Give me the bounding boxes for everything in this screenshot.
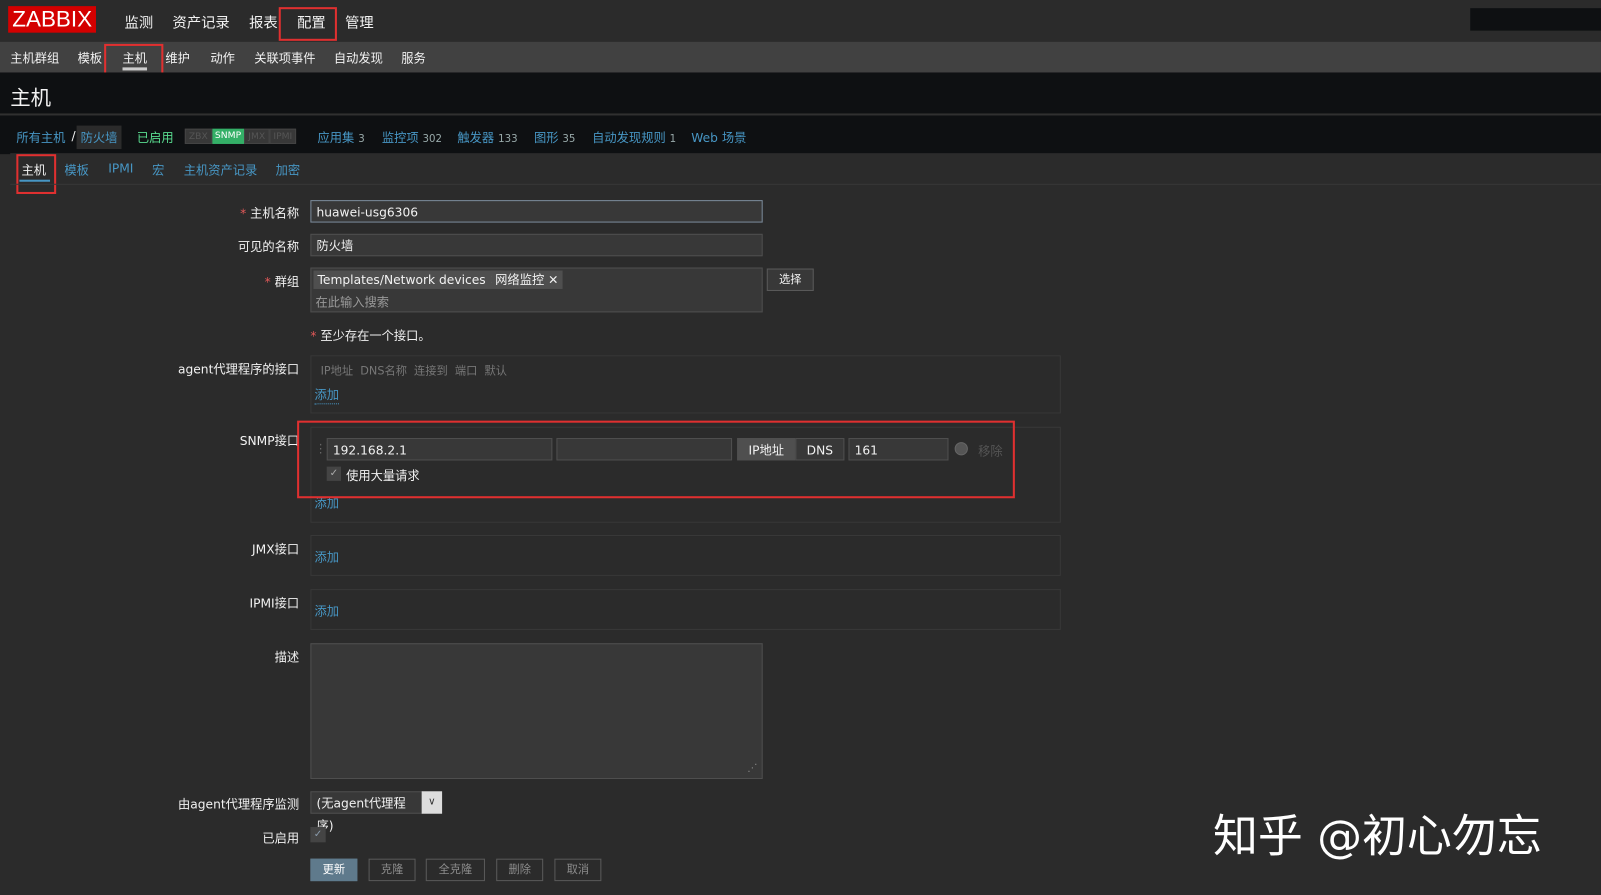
delete-button[interactable]: 删除: [496, 858, 544, 882]
visible-name-input[interactable]: 防火墙: [310, 233, 763, 257]
menu-monitoring[interactable]: 监测: [125, 12, 154, 32]
groups-search-placeholder[interactable]: 在此输入搜索: [315, 293, 389, 310]
tab-ipmi[interactable]: IPMI: [108, 161, 133, 175]
groups-label: * 群组: [264, 274, 300, 289]
count: 35: [562, 133, 576, 145]
submenu-templates[interactable]: 模板: [78, 49, 103, 66]
interface-columns: IP地址 DNS名称 连接到 端口 默认: [320, 364, 507, 378]
status-badge[interactable]: 已启用: [137, 129, 174, 146]
tag-label: 网络监控: [495, 272, 545, 287]
add-jmx-link[interactable]: 添加: [314, 548, 339, 565]
label-text: 主机名称: [250, 206, 300, 221]
proxy-label: 由agent代理程序监测: [177, 797, 300, 812]
label: 应用集: [317, 130, 355, 145]
label: 自动发现规则: [592, 130, 666, 145]
description-textarea[interactable]: [310, 643, 763, 780]
link-applications[interactable]: 应用集 3: [318, 129, 365, 146]
availability-badges: ZBX SNMP JMX IPMI: [184, 128, 297, 144]
ipmi-interfaces-box: [310, 589, 1061, 630]
cancel-button[interactable]: 取消: [554, 858, 602, 882]
menu-administration[interactable]: 管理: [345, 12, 374, 32]
link-items[interactable]: 监控项 302: [382, 129, 442, 146]
sub-menu-bar: [0, 41, 1601, 73]
header: [0, 72, 1601, 114]
group-tag: 网络监控 ✕: [491, 270, 563, 289]
breadcrumb-separator: /: [71, 128, 76, 143]
page-title: 主机: [10, 85, 52, 111]
zbx-badge: ZBX: [184, 128, 212, 144]
label: 监控项: [381, 130, 419, 145]
watermark: 知乎 @初心勿忘: [1212, 810, 1542, 863]
jmx-interfaces-box: [310, 535, 1061, 576]
remove-icon[interactable]: ✕: [548, 273, 558, 287]
count: 3: [358, 133, 365, 145]
top-bar: [0, 0, 1601, 42]
search-input[interactable]: [1470, 8, 1601, 31]
menu-inventory[interactable]: 资产记录: [173, 12, 230, 32]
update-button[interactable]: 更新: [310, 858, 358, 882]
highlight-box: [16, 154, 57, 194]
link-graphs[interactable]: 图形 35: [534, 129, 575, 146]
submenu-correlation[interactable]: 关联项事件: [254, 49, 315, 66]
submenu-services[interactable]: 服务: [401, 49, 426, 66]
description-label: 描述: [274, 650, 300, 665]
submenu-discovery[interactable]: 自动发现: [334, 49, 383, 66]
visible-name-label: 可见的名称: [237, 239, 300, 255]
snmp-badge: SNMP: [211, 128, 245, 144]
note-text: 至少存在一个接口。: [320, 328, 431, 344]
label-text: 群组: [274, 274, 300, 289]
highlight-box: [278, 7, 337, 41]
clone-button[interactable]: 克隆: [368, 858, 416, 882]
menu-reports[interactable]: 报表: [249, 12, 278, 32]
resize-handle-icon[interactable]: ⋰: [747, 763, 757, 774]
host-name-label: * 主机名称: [240, 206, 300, 221]
tab-inventory[interactable]: 主机资产记录: [184, 161, 258, 178]
host-name-input[interactable]: huawei-usg6306: [310, 200, 763, 223]
link-triggers[interactable]: 触发器 133: [457, 129, 517, 146]
jmx-interfaces-label: JMX接口: [252, 542, 300, 557]
enabled-checkbox[interactable]: ✓: [310, 827, 326, 843]
count: 1: [669, 133, 677, 145]
jmx-badge: JMX: [244, 128, 270, 144]
full-clone-button[interactable]: 全克隆: [425, 858, 485, 882]
label: 图形: [533, 130, 559, 145]
link-discovery-rules[interactable]: 自动发现规则 1: [592, 129, 676, 146]
breadcrumb-all-hosts[interactable]: 所有主机: [16, 129, 65, 146]
count: 302: [422, 133, 443, 145]
tab-templates[interactable]: 模板: [64, 161, 89, 178]
submenu-maintenance[interactable]: 维护: [165, 49, 190, 66]
label: Web 场景: [691, 130, 747, 145]
add-ipmi-link[interactable]: 添加: [314, 602, 339, 619]
tag-label: Templates/Network devices: [317, 272, 486, 287]
add-agent-link[interactable]: 添加: [314, 386, 339, 405]
highlight-box: [297, 420, 1015, 499]
zabbix-logo[interactable]: ZABBIX: [8, 6, 97, 33]
submenu-hostgroups[interactable]: 主机群组: [10, 49, 59, 66]
breadcrumb-host[interactable]: 防火墙: [76, 125, 122, 150]
ipmi-interfaces-label: IPMI接口: [249, 596, 300, 611]
agent-interfaces-label: agent代理程序的接口: [177, 362, 300, 377]
interface-note: * 至少存在一个接口。: [310, 328, 431, 344]
divider: [10, 183, 1601, 185]
submenu-actions[interactable]: 动作: [210, 49, 235, 66]
select-button[interactable]: 选择: [766, 268, 814, 291]
tab-encryption[interactable]: 加密: [276, 161, 301, 178]
label: 触发器: [457, 130, 495, 145]
link-web-scenarios[interactable]: Web 场景: [691, 129, 746, 146]
proxy-select[interactable]: (无agent代理程序): [310, 791, 423, 833]
snmp-interfaces-label: SNMP接口: [239, 433, 300, 449]
group-tag: Templates/Network devices ✕: [313, 270, 504, 289]
ipmi-badge: IPMI: [269, 128, 297, 144]
enabled-label: 已启用: [262, 831, 300, 846]
count: 133: [498, 133, 518, 145]
chevron-down-icon[interactable]: ∨: [421, 791, 443, 814]
tab-macros[interactable]: 宏: [152, 161, 164, 178]
